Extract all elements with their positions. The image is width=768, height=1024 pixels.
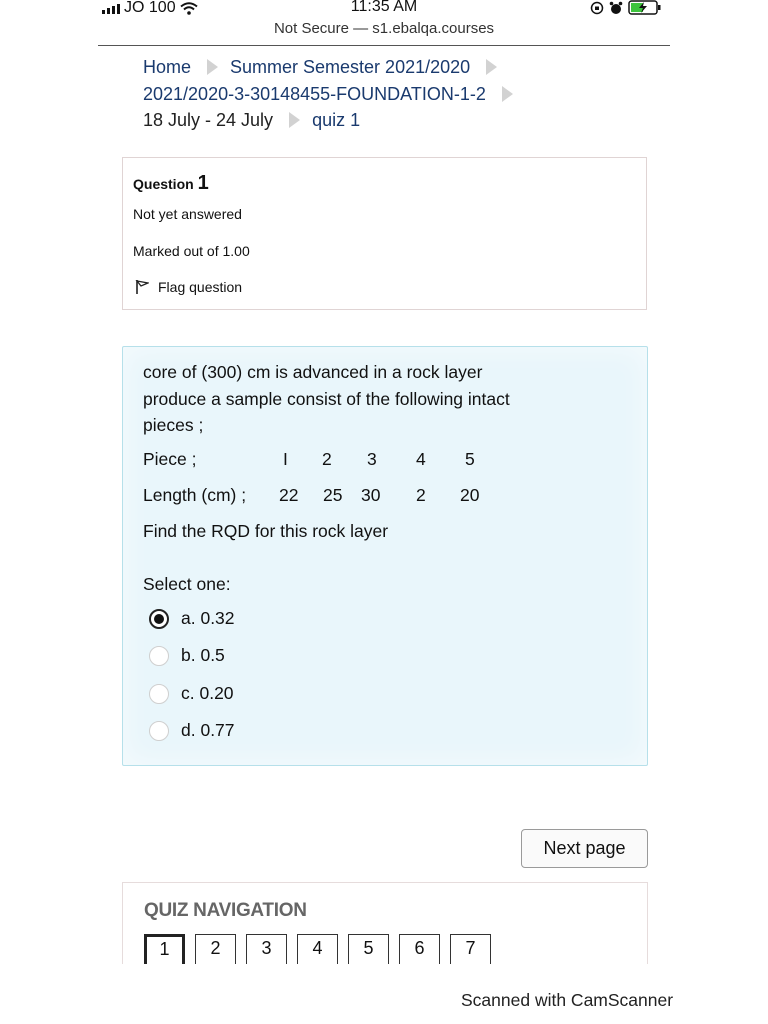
chevron-right-icon: [207, 59, 219, 75]
status-bar: JO 100 11:35 AM: [0, 0, 768, 20]
answer-label: d. 0.77: [181, 720, 235, 740]
breadcrumb-semester[interactable]: Summer Semester 2021/2020: [230, 57, 470, 77]
chevron-right-icon: [501, 85, 513, 102]
question-grade: Marked out of 1.00: [133, 243, 250, 259]
length-cell: 22: [279, 485, 299, 505]
breadcrumb-course[interactable]: 2021/2020-3-30148455-FOUNDATION-1-2: [143, 84, 486, 104]
next-page-button[interactable]: Next page: [521, 829, 648, 868]
status-icons: [590, 0, 662, 15]
radio-button[interactable]: [149, 645, 169, 666]
question-label: Question: [133, 176, 194, 192]
quiz-navigation-title: QUIZ NAVIGATION: [144, 900, 307, 921]
chevron-right-icon: [289, 112, 301, 128]
length-row: Length (cm) ;: [143, 485, 246, 506]
quiz-page-button[interactable]: 4: [297, 934, 338, 964]
quiz-page-button[interactable]: 6: [399, 934, 440, 964]
answer-option-b[interactable]: b. 0.5: [149, 645, 225, 666]
flag-icon: [135, 280, 149, 294]
question-content: core of (300) cm is advanced in a rock l…: [122, 346, 648, 766]
quiz-page-button[interactable]: 7: [450, 934, 491, 964]
breadcrumb-week: 18 July - 24 July: [143, 110, 274, 130]
address-divider: [98, 45, 670, 46]
orientation-lock-icon: [590, 1, 604, 14]
answer-option-d[interactable]: d. 0.77: [149, 720, 235, 741]
quiz-page-button[interactable]: 5: [348, 934, 389, 964]
scanner-watermark: Scanned with CamScanner: [461, 990, 674, 1010]
piece-cell: 2: [322, 449, 332, 469]
piece-cell: 5: [465, 449, 475, 469]
alarm-icon: [609, 1, 623, 14]
flag-question-link[interactable]: Flag question: [135, 279, 242, 295]
length-cell: 25: [323, 485, 343, 505]
piece-cell: I: [283, 449, 288, 469]
answer-option-c[interactable]: c. 0.20: [149, 683, 234, 704]
radio-button[interactable]: [149, 720, 169, 741]
battery-charging-icon: [628, 0, 661, 15]
length-cell: 2: [416, 485, 426, 505]
flag-question-label: Flag question: [158, 279, 243, 295]
quiz-navigation-panel: QUIZ NAVIGATION 1 2 3 4 5 6 7: [122, 882, 648, 964]
answer-label: a. 0.32: [181, 608, 235, 628]
length-label: Length (cm) ;: [143, 485, 247, 505]
piece-label: Piece ;: [143, 449, 197, 469]
quiz-page-button-current[interactable]: 1: [144, 934, 185, 964]
question-line: pieces ;: [143, 415, 204, 435]
quiz-page-button[interactable]: 3: [246, 934, 287, 964]
question-line: core of (300) cm is advanced in a rock l…: [143, 362, 483, 382]
question-info-panel: Question 1 Not yet answered Marked out o…: [122, 157, 647, 310]
answer-option-a[interactable]: a. 0.32: [149, 608, 235, 629]
answer-label: b. 0.5: [181, 645, 225, 665]
answer-label: c. 0.20: [181, 683, 234, 703]
quiz-navigation-buttons: 1 2 3 4 5 6 7: [144, 934, 491, 964]
question-text: core of (300) cm is advanced in a rock l…: [143, 359, 613, 439]
length-cell: 20: [460, 485, 480, 505]
question-prompt: Find the RQD for this rock layer: [143, 521, 389, 541]
address-bar[interactable]: Not Secure — s1.ebalqa.courses: [0, 20, 768, 37]
breadcrumb: Home Summer Semester 2021/2020 2021/2020-…: [143, 54, 643, 134]
quiz-page-button[interactable]: 2: [195, 934, 236, 964]
question-heading: Question 1: [133, 172, 209, 195]
question-line: produce a sample consist of the followin…: [143, 388, 510, 409]
piece-cell: 3: [367, 449, 377, 469]
piece-row: Piece ;: [143, 449, 197, 470]
question-number: 1: [197, 172, 209, 194]
length-cell: 30: [361, 485, 381, 505]
radio-button-selected[interactable]: [149, 608, 169, 629]
breadcrumb-home[interactable]: Home: [143, 57, 191, 77]
breadcrumb-quiz[interactable]: quiz 1: [312, 110, 360, 130]
question-state: Not yet answered: [133, 206, 242, 222]
piece-cell: 4: [416, 449, 426, 469]
chevron-right-icon: [486, 59, 498, 75]
radio-button[interactable]: [149, 683, 169, 704]
select-one-label: Select one:: [143, 574, 231, 594]
